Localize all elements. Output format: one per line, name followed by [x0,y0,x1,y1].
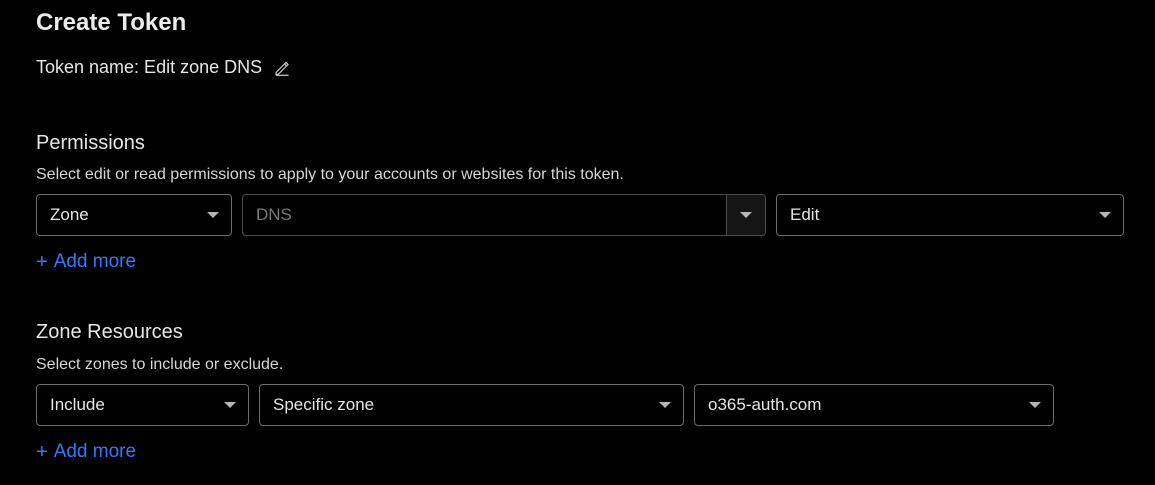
zone-target-select[interactable]: Specific zone [259,384,684,426]
zone-include-value: Include [50,395,105,414]
chevron-down-icon [659,402,671,408]
chevron-down-icon [207,212,219,218]
zone-name-value: o365-auth.com [708,395,822,414]
chevron-down-icon [1029,402,1041,408]
chevron-down-icon [224,402,236,408]
permission-scope-value: Zone [50,205,89,224]
permissions-add-more-link[interactable]: + Add more [36,251,136,273]
zone-resources-description: Select zones to include or exclude. [36,356,284,373]
pencil-icon[interactable] [274,59,290,76]
zone-target-value: Specific zone [273,395,375,414]
zone-name-select[interactable]: o365-auth.com [694,384,1054,426]
permission-access-select[interactable]: Edit [776,194,1124,236]
chevron-down-icon [740,212,752,218]
zone-resources-heading: Zone Resources [36,321,183,343]
permission-scope-select[interactable]: Zone [36,194,232,236]
add-more-label: Add more [53,441,137,462]
add-more-label: Add more [53,251,137,272]
permission-resource-value: DNS [256,205,292,224]
permission-access-value: Edit [790,205,820,224]
permission-resource-dropdown-toggle[interactable] [726,195,765,235]
zone-resources-add-more-link[interactable]: + Add more [36,441,136,463]
chevron-down-icon [1099,212,1111,218]
zone-include-select[interactable]: Include [36,384,249,426]
permissions-description: Select edit or read permissions to apply… [36,166,624,183]
plus-icon: + [36,251,48,273]
permissions-heading: Permissions [36,132,145,154]
plus-icon: + [36,441,48,463]
permission-resource-select[interactable]: DNS [242,194,766,236]
token-name-row: Token name: Edit zone DNS [36,56,290,78]
token-name-label: Token name: Edit zone DNS [36,57,263,77]
page-title: Create Token [36,9,187,36]
